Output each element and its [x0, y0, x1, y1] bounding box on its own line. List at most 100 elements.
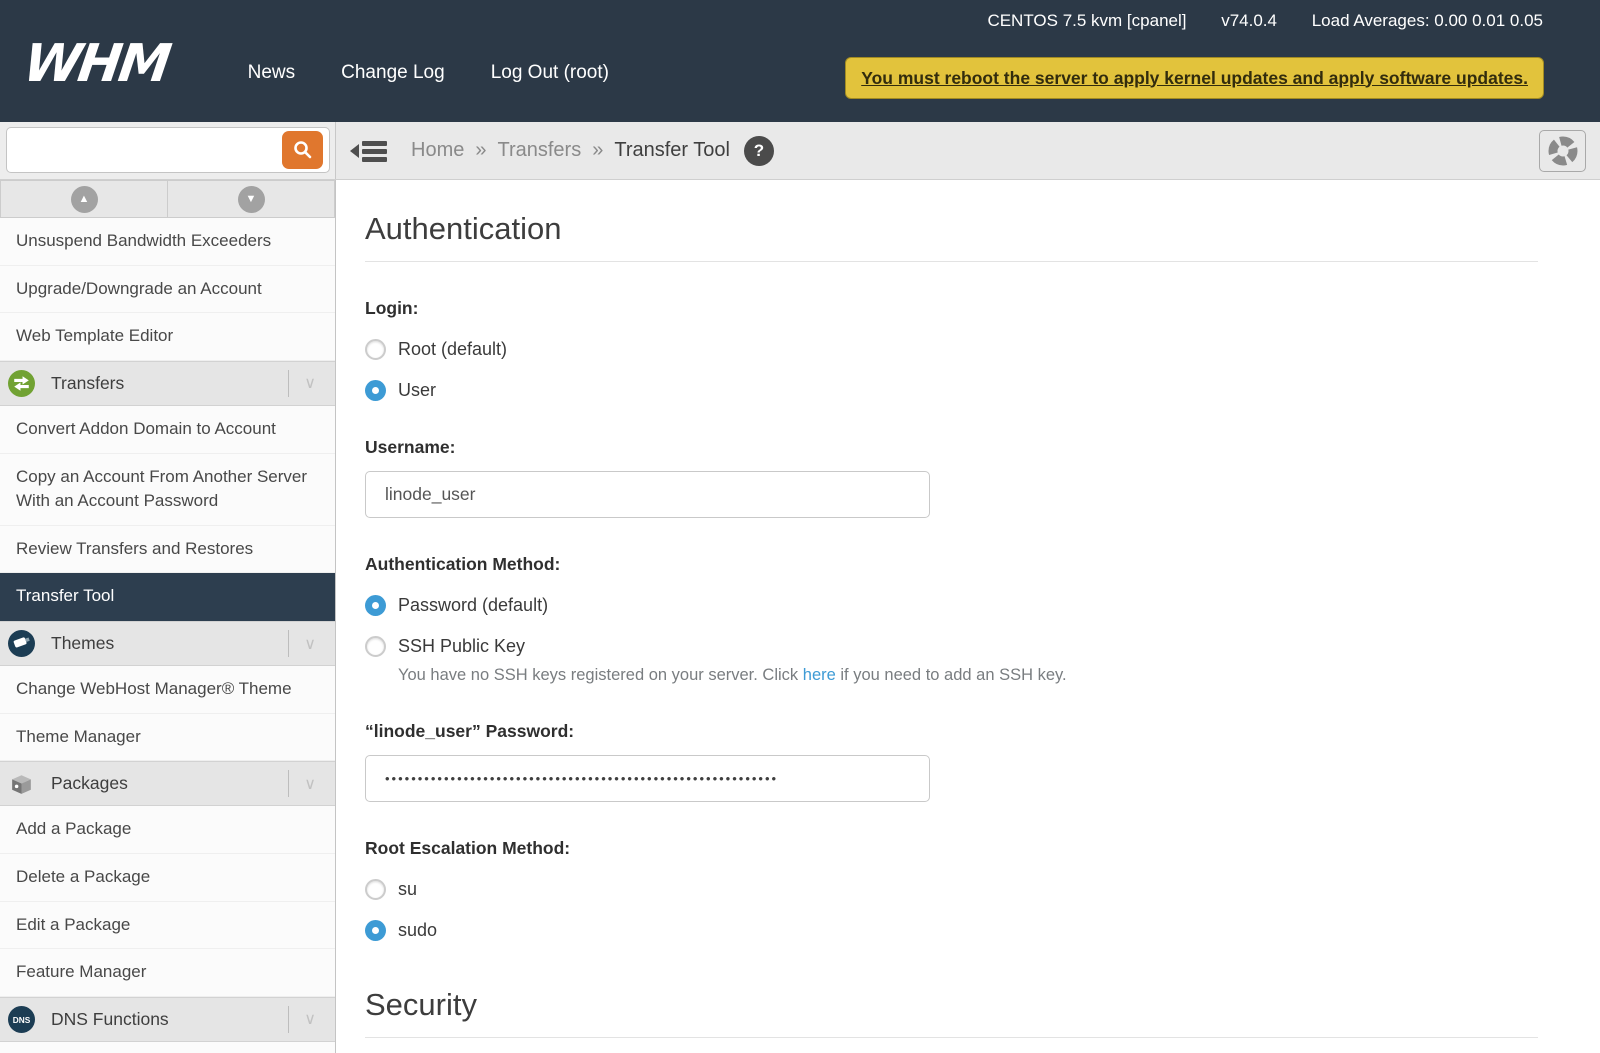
chevron-down-icon[interactable]: ∨	[304, 1009, 316, 1029]
top-nav: News Change Log Log Out (root)	[202, 62, 609, 84]
radio-unselected-icon[interactable]	[365, 339, 386, 360]
breadcrumb-transfers[interactable]: Transfers	[497, 139, 581, 162]
username-input[interactable]	[365, 471, 930, 518]
nav-link-change-log[interactable]: Change Log	[341, 62, 445, 84]
main-content: Authentication Login: Root (default) User…	[336, 180, 1600, 1053]
login-option-root-default[interactable]: Root (default)	[365, 339, 507, 360]
auth-method-option-password-default[interactable]: Password (default)	[365, 595, 548, 616]
collapse-sidebar-button[interactable]	[350, 137, 387, 165]
system-info: CENTOS 7.5 kvm [cpanel] v74.0.4 Load Ave…	[987, 11, 1543, 31]
section-divider	[288, 1006, 289, 1033]
sidebar-item-transfer-tool[interactable]: Transfer Tool	[0, 573, 335, 621]
collapse-menu-icon	[350, 137, 387, 165]
sidebar-item-copy-an-account-from-another-server-with-an-account-password[interactable]: Copy an Account From Another Server With…	[0, 454, 335, 526]
breadcrumb: Home » Transfers » Transfer Tool	[411, 139, 730, 162]
sidebar-section-label: Transfers	[51, 373, 124, 394]
arrow-up-icon: ▲	[71, 186, 98, 213]
search-icon	[292, 139, 314, 161]
sidebar-item-review-transfers-and-restores[interactable]: Review Transfers and Restores	[0, 526, 335, 574]
radio-option-label: sudo	[398, 920, 437, 941]
sidebar-section-label: DNS Functions	[51, 1009, 169, 1030]
radio-option-label: Password (default)	[398, 595, 548, 616]
page-title: Authentication	[365, 211, 1538, 262]
breadcrumb-bar: Home » Transfers » Transfer Tool ?	[336, 122, 1600, 179]
sidebar: ▲ ▼ Unsuspend Bandwidth ExceedersUpgrade…	[0, 180, 336, 1053]
password-input[interactable]	[365, 755, 930, 802]
radio-option-label: Root (default)	[398, 339, 507, 360]
themes-icon	[8, 630, 35, 657]
sidebar-section-themes[interactable]: Themes ∨	[0, 621, 335, 666]
breadcrumb-separator: »	[592, 139, 603, 162]
scroll-down-button[interactable]: ▼	[168, 180, 335, 218]
arrow-down-icon: ▼	[238, 186, 265, 213]
sidebar-section-packages[interactable]: Packages ∨	[0, 761, 335, 806]
radio-selected-icon[interactable]	[365, 920, 386, 941]
radio-unselected-icon[interactable]	[365, 879, 386, 900]
load-averages: Load Averages: 0.00 0.01 0.05	[1312, 11, 1543, 30]
root-escalation-label: Root Escalation Method:	[365, 838, 1538, 859]
section-divider	[288, 770, 289, 797]
sidebar-item-change-webhost-manager-theme[interactable]: Change WebHost Manager® Theme	[0, 666, 335, 714]
os-info: CENTOS 7.5 kvm [cpanel]	[987, 11, 1186, 30]
sidebar-item-unsuspend-bandwidth-exceeders[interactable]: Unsuspend Bandwidth Exceeders	[0, 218, 335, 266]
sidebar-section-dns-functions[interactable]: DNS DNS Functions ∨	[0, 997, 335, 1042]
sidebar-item-theme-manager[interactable]: Theme Manager	[0, 714, 335, 762]
breadcrumb-home[interactable]: Home	[411, 139, 464, 162]
sidebar-item-convert-addon-domain-to-account[interactable]: Convert Addon Domain to Account	[0, 406, 335, 454]
nav-link-log-out-root[interactable]: Log Out (root)	[491, 62, 609, 84]
login-options: Root (default) User	[365, 339, 1538, 401]
username-label: Username:	[365, 437, 1538, 458]
radio-option-label: su	[398, 879, 417, 900]
sidebar-item-upgrade-downgrade-an-account[interactable]: Upgrade/Downgrade an Account	[0, 266, 335, 314]
root-escalation-option-su[interactable]: su	[365, 879, 417, 900]
version-info: v74.0.4	[1221, 11, 1277, 30]
sidebar-item-edit-a-package[interactable]: Edit a Package	[0, 902, 335, 950]
dns-icon: DNS	[8, 1006, 35, 1033]
breadcrumb-transfer-tool: Transfer Tool	[614, 139, 730, 162]
sidebar-section-label: Packages	[51, 773, 128, 794]
sidebar-item-web-template-editor[interactable]: Web Template Editor	[0, 313, 335, 361]
sidebar-menu: Unsuspend Bandwidth ExceedersUpgrade/Dow…	[0, 218, 335, 1053]
section-divider	[288, 630, 289, 657]
chevron-down-icon[interactable]: ∨	[304, 373, 316, 393]
root-escalation-options: su sudo	[365, 879, 1538, 941]
ssh-note-text-after: if you need to add an SSH key.	[836, 666, 1067, 684]
radio-unselected-icon[interactable]	[365, 636, 386, 657]
support-button[interactable]	[1539, 130, 1586, 172]
toolbar: Home » Transfers » Transfer Tool ?	[0, 122, 1600, 180]
sidebar-scroll-controls: ▲ ▼	[0, 180, 335, 218]
chevron-down-icon[interactable]: ∨	[304, 774, 316, 794]
ssh-note-text: You have no SSH keys registered on your …	[398, 666, 803, 684]
sidebar-section-label: Themes	[51, 633, 114, 654]
radio-selected-icon[interactable]	[365, 595, 386, 616]
help-icon[interactable]: ?	[744, 136, 774, 166]
radio-selected-icon[interactable]	[365, 380, 386, 401]
sidebar-section-transfers[interactable]: Transfers ∨	[0, 361, 335, 406]
login-label: Login:	[365, 298, 1538, 319]
sidebar-item-delete-a-package[interactable]: Delete a Package	[0, 854, 335, 902]
sidebar-item-feature-manager[interactable]: Feature Manager	[0, 949, 335, 997]
password-label: “linode_user” Password:	[365, 721, 1538, 742]
search-area	[0, 122, 336, 179]
login-option-user[interactable]: User	[365, 380, 436, 401]
transfers-icon	[8, 370, 35, 397]
ssh-key-note: You have no SSH keys registered on your …	[398, 666, 1538, 685]
chevron-down-icon[interactable]: ∨	[304, 634, 316, 654]
add-ssh-key-link[interactable]: here	[803, 666, 836, 684]
radio-option-label: User	[398, 380, 436, 401]
auth-method-option-ssh-public-key[interactable]: SSH Public Key	[365, 636, 525, 657]
search-button[interactable]	[282, 131, 323, 169]
auth-method-label: Authentication Method:	[365, 554, 1538, 575]
reboot-alert-link[interactable]: You must reboot the server to apply kern…	[845, 57, 1544, 99]
nav-link-news[interactable]: News	[248, 62, 296, 84]
sidebar-item-add-a-dns-zone[interactable]: Add a DNS Zone	[0, 1042, 335, 1053]
breadcrumb-separator: »	[475, 139, 486, 162]
whm-logo: WHM	[20, 36, 172, 93]
section-divider	[288, 370, 289, 397]
root-escalation-option-sudo[interactable]: sudo	[365, 920, 437, 941]
security-section-title: Security	[365, 987, 1538, 1038]
top-header: CENTOS 7.5 kvm [cpanel] v74.0.4 Load Ave…	[0, 0, 1600, 122]
svg-text:DNS: DNS	[13, 1015, 31, 1025]
scroll-up-button[interactable]: ▲	[0, 180, 168, 218]
sidebar-item-add-a-package[interactable]: Add a Package	[0, 806, 335, 854]
